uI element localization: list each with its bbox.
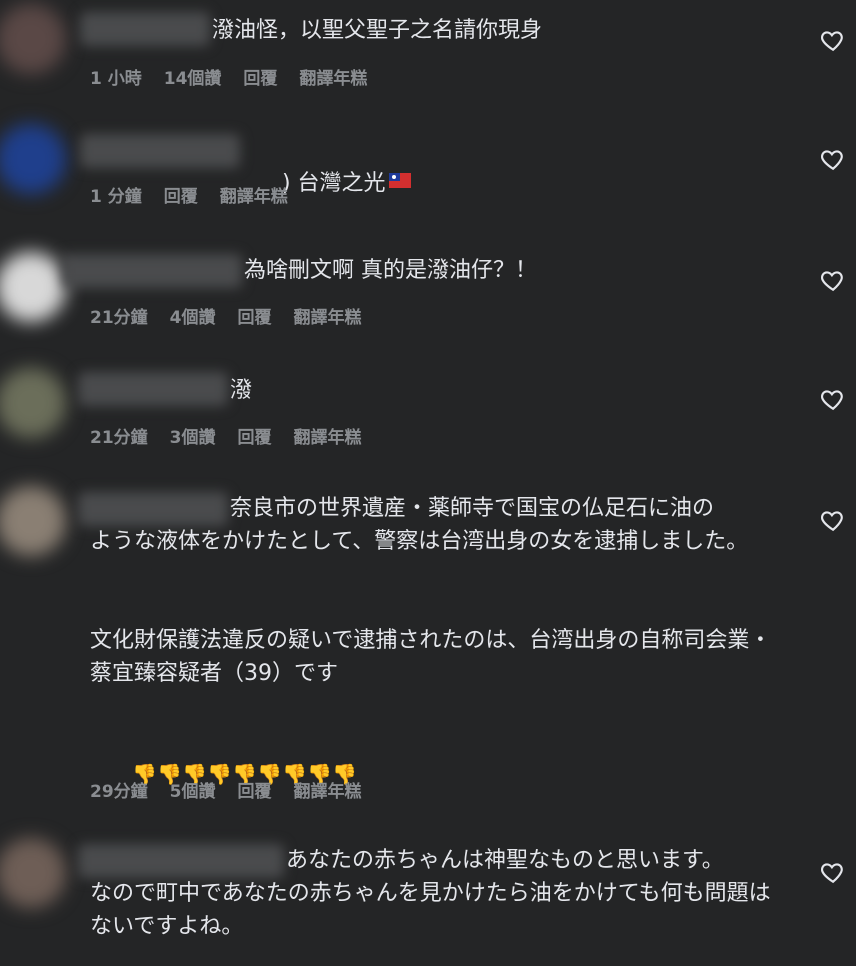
comment-text: ) 台灣之光 [240, 134, 776, 233]
timestamp[interactable]: 29分鐘 [90, 777, 148, 802]
heart-outline-icon[interactable] [820, 386, 846, 412]
reply-button[interactable]: 回覆 [243, 64, 277, 89]
like-count[interactable]: 3個讚 [170, 423, 216, 448]
heart-outline-icon[interactable] [820, 267, 846, 293]
comment-text: 潑油怪，以聖父聖子之名請你現身 [212, 18, 543, 43]
comment-meta: 1 小時 14個讚 回覆 翻譯年糕 [90, 64, 367, 89]
comment-text-paragraph-2: 文化財保護法違反の疑いで逮捕されたのは、台湾出身の自称司会業・蔡宜臻容疑者（39… [90, 628, 772, 686]
heart-outline-icon[interactable] [820, 859, 846, 885]
comment-meta: 21分鐘 3個讚 回覆 翻譯年糕 [90, 423, 362, 448]
comment-text-line-1: 奈良市の世界遺産・薬師寺で国宝の仏足石に油の [230, 496, 715, 521]
like-count[interactable]: 14個讚 [164, 64, 222, 89]
timestamp[interactable]: 21分鐘 [90, 423, 148, 448]
avatar[interactable] [0, 486, 66, 556]
reply-button[interactable]: 回覆 [238, 423, 272, 448]
translate-button[interactable]: 翻譯年糕 [294, 777, 362, 802]
commenter-name-redacted[interactable] [62, 254, 242, 288]
translate-button[interactable]: 翻譯年糕 [294, 303, 362, 328]
comment-text: 潑 [230, 378, 253, 403]
comment-meta: 29分鐘 5個讚 回覆 翻譯年糕 [90, 777, 362, 802]
timestamp[interactable]: 1 小時 [90, 64, 142, 89]
reply-button[interactable]: 回覆 [238, 303, 272, 328]
comment-text-continued: なので町中であなたの赤ちゃんを見かけたら油をかけても何も問題はないですよね。 [90, 881, 771, 939]
translate-button[interactable]: 翻譯年糕 [299, 64, 367, 89]
commenter-name-redacted[interactable] [80, 134, 240, 168]
heart-outline-icon[interactable] [820, 27, 846, 53]
timestamp[interactable]: 1 分鐘 [90, 182, 142, 207]
comment-text-line-1: あなたの赤ちゃんは神聖なものと思います。 [286, 848, 724, 873]
comment-meta: 21分鐘 4個讚 回覆 翻譯年糕 [90, 303, 362, 328]
reply-button[interactable]: 回覆 [238, 777, 272, 802]
commenter-name-redacted[interactable] [78, 492, 228, 526]
translate-button[interactable]: 翻譯年糕 [220, 182, 288, 207]
comment-text: 為啥刪文啊 真的是潑油仔？！ [244, 258, 537, 283]
timestamp[interactable]: 21分鐘 [90, 303, 148, 328]
heart-outline-icon[interactable] [820, 146, 846, 172]
comment-meta: 1 分鐘 回覆 翻譯年糕 [90, 182, 288, 207]
avatar[interactable] [0, 368, 66, 438]
avatar[interactable] [0, 124, 66, 194]
avatar[interactable] [0, 4, 66, 74]
thumbs-down-emoji-row: 👎 👎 👎 👎 👎 👎 👎 👎 👎 [90, 725, 776, 824]
comment-feed: 潑油怪，以聖父聖子之名請你現身 1 小時 14個讚 回覆 翻譯年糕 ) 台灣之光… [0, 0, 856, 966]
comment-text-body: ) 台灣之光 [281, 171, 386, 196]
comment-text-continued: ような液体をかけたとして、警察は台湾出身の女を逮捕しました。 [90, 529, 749, 554]
translate-button[interactable]: 翻譯年糕 [294, 423, 362, 448]
commenter-name-redacted[interactable] [80, 12, 210, 46]
taiwan-flag-icon [388, 173, 411, 188]
like-count[interactable]: 5個讚 [170, 777, 216, 802]
commenter-name-redacted[interactable] [78, 372, 228, 406]
heart-outline-icon[interactable] [820, 507, 846, 533]
reply-button[interactable]: 回覆 [164, 182, 198, 207]
like-count[interactable]: 4個讚 [170, 303, 216, 328]
avatar[interactable] [0, 252, 66, 322]
commenter-name-redacted[interactable] [78, 844, 284, 878]
avatar[interactable] [0, 838, 66, 908]
